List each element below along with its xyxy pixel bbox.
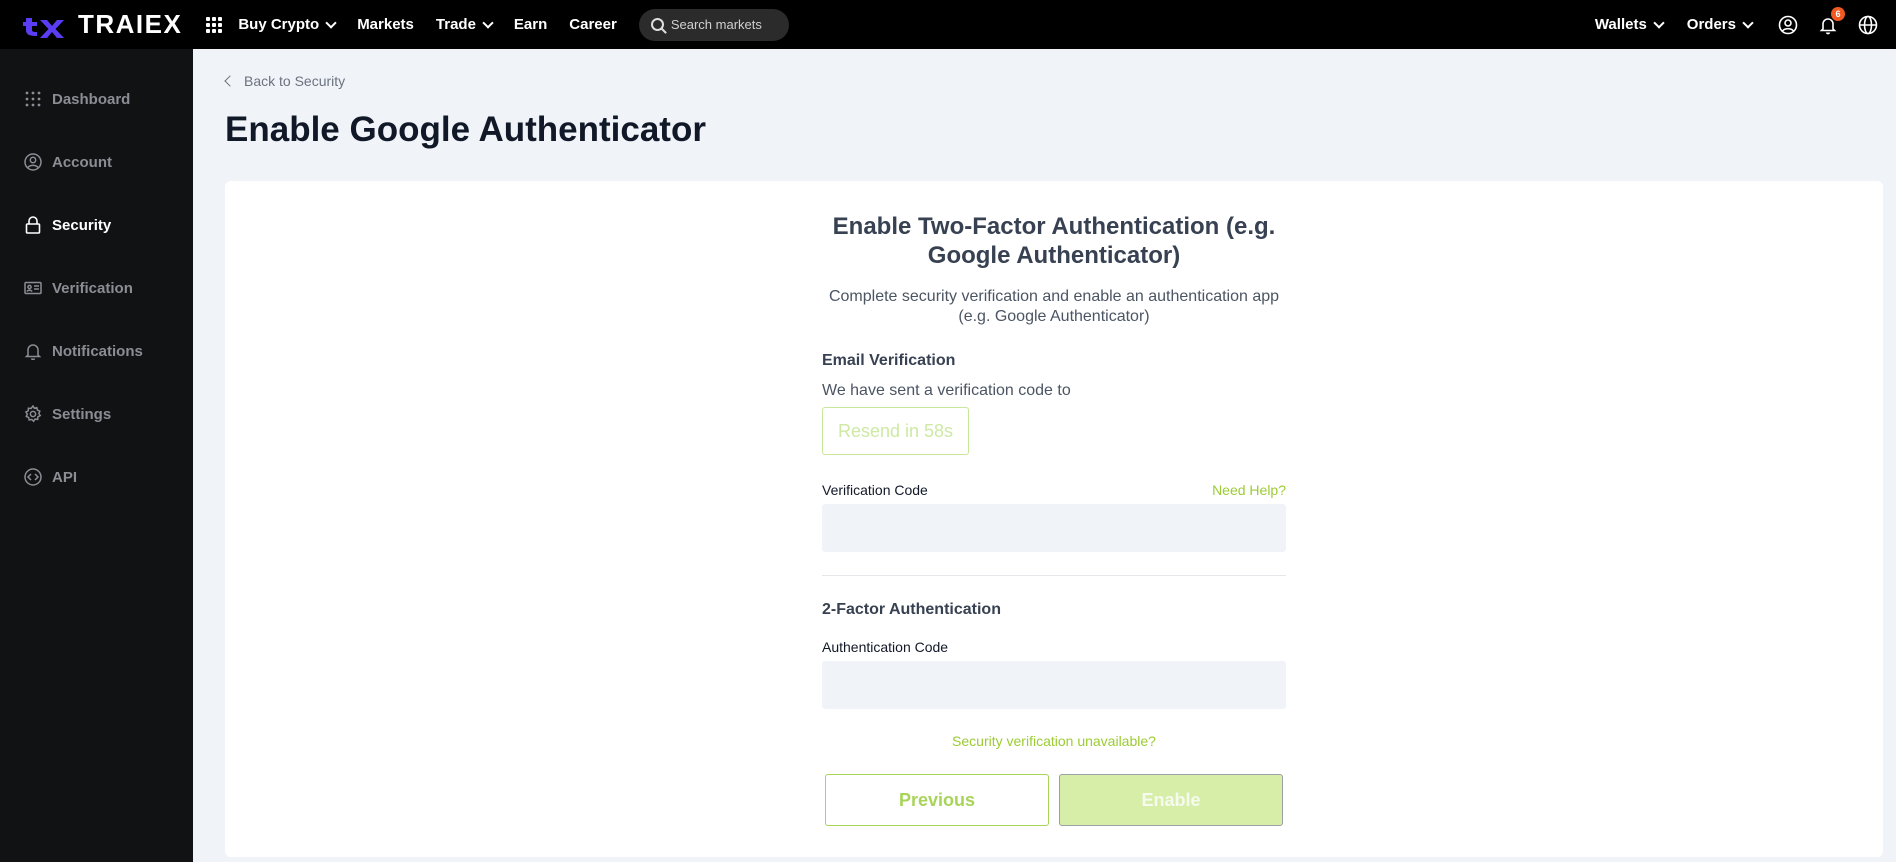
wallets-label: Wallets xyxy=(1594,16,1647,33)
back-link-label: Back to Security xyxy=(244,73,346,89)
main-nav: Buy Crypto Markets Trade Earn Career xyxy=(238,16,638,33)
chevron-down-icon xyxy=(482,16,494,29)
verification-code-label: Verification Code xyxy=(822,482,928,498)
dots-grid-icon xyxy=(24,90,42,108)
nav-career[interactable]: Career xyxy=(569,16,617,33)
chevron-left-icon xyxy=(224,75,236,87)
sidebar-item-account[interactable]: Account xyxy=(24,153,112,171)
resend-code-button[interactable]: Resend in 58s xyxy=(822,407,969,455)
chevron-down-icon xyxy=(1742,16,1754,29)
sidebar-item-label: Account xyxy=(52,153,112,171)
authentication-code-label: Authentication Code xyxy=(822,639,949,655)
need-help-link[interactable]: Need Help? xyxy=(1212,482,1286,498)
sidebar-item-security[interactable]: Security xyxy=(24,216,111,234)
sidebar-item-notifications[interactable]: Notifications xyxy=(24,342,143,360)
apps-grid-icon[interactable] xyxy=(206,16,223,33)
sidebar-item-label: Security xyxy=(52,216,112,234)
page-title: Enable Google Authenticator xyxy=(225,110,706,149)
top-right-controls: Wallets Orders 6 xyxy=(1595,0,1896,49)
nav-earn-label: Earn xyxy=(513,16,548,33)
nav-career-label: Career xyxy=(569,16,617,33)
sidebar-item-label: Settings xyxy=(52,405,112,423)
form-subtitle: Complete security verification and enabl… xyxy=(828,288,1280,325)
sidebar: Dashboard Account Security Verification … xyxy=(0,49,193,862)
email-verification-heading: Email Verification xyxy=(822,352,956,369)
globe-icon[interactable] xyxy=(1856,13,1880,37)
verification-code-input[interactable] xyxy=(822,504,1286,552)
sidebar-item-label: Dashboard xyxy=(52,90,131,108)
sidebar-item-settings[interactable]: Settings xyxy=(24,405,111,423)
chevron-down-icon xyxy=(325,16,337,29)
sent-code-text: We have sent a verification code to xyxy=(822,382,1071,399)
nav-buy-crypto[interactable]: Buy Crypto xyxy=(238,16,337,33)
search-placeholder: Search markets xyxy=(670,17,762,32)
sidebar-item-label: API xyxy=(52,468,78,486)
traiex-logo-icon xyxy=(23,17,64,38)
back-to-security-link[interactable]: Back to Security xyxy=(224,73,346,89)
lock-icon xyxy=(24,216,42,234)
wallets-menu[interactable]: Wallets xyxy=(1594,16,1665,33)
gear-icon xyxy=(24,405,42,423)
form-title: Enable Two-Factor Authentication (e.g. G… xyxy=(832,213,1276,269)
sidebar-item-verification[interactable]: Verification xyxy=(24,279,133,297)
nav-buy-crypto-label: Buy Crypto xyxy=(238,16,320,33)
search-input[interactable]: Search markets xyxy=(638,8,789,41)
nav-markets[interactable]: Markets xyxy=(357,16,414,33)
nav-markets-label: Markets xyxy=(357,16,414,33)
search-icon xyxy=(650,18,664,31)
user-circle-icon[interactable] xyxy=(1776,13,1800,37)
sidebar-item-api[interactable]: API xyxy=(24,468,77,486)
sidebar-item-label: Notifications xyxy=(52,342,143,360)
bell-icon[interactable]: 6 xyxy=(1816,6,1845,37)
code-icon xyxy=(24,468,42,486)
enable-button[interactable]: Enable xyxy=(1059,774,1283,826)
brand-logo[interactable]: TRAIEX xyxy=(22,0,182,49)
user-icon xyxy=(24,153,42,171)
bell-icon xyxy=(24,342,42,360)
notification-badge: 6 xyxy=(1831,6,1845,21)
nav-trade[interactable]: Trade xyxy=(435,16,494,33)
brand-name: TRAIEX xyxy=(78,9,183,39)
nav-trade-label: Trade xyxy=(435,16,476,33)
section-divider xyxy=(822,575,1286,576)
sidebar-item-label: Verification xyxy=(52,279,133,297)
id-card-icon xyxy=(24,279,42,297)
authentication-code-input[interactable] xyxy=(822,661,1286,709)
nav-earn[interactable]: Earn xyxy=(514,16,547,33)
sidebar-item-dashboard[interactable]: Dashboard xyxy=(24,90,130,108)
chevron-down-icon xyxy=(1653,16,1665,29)
previous-button[interactable]: Previous xyxy=(825,774,1049,826)
two-factor-heading: 2-Factor Authentication xyxy=(822,601,1001,618)
orders-label: Orders xyxy=(1686,16,1736,33)
orders-menu[interactable]: Orders xyxy=(1686,16,1754,33)
top-navigation-bar: TRAIEX Buy Crypto Markets Trade Earn Car… xyxy=(0,0,1896,49)
security-unavailable-link[interactable]: Security verification unavailable? xyxy=(822,733,1286,749)
